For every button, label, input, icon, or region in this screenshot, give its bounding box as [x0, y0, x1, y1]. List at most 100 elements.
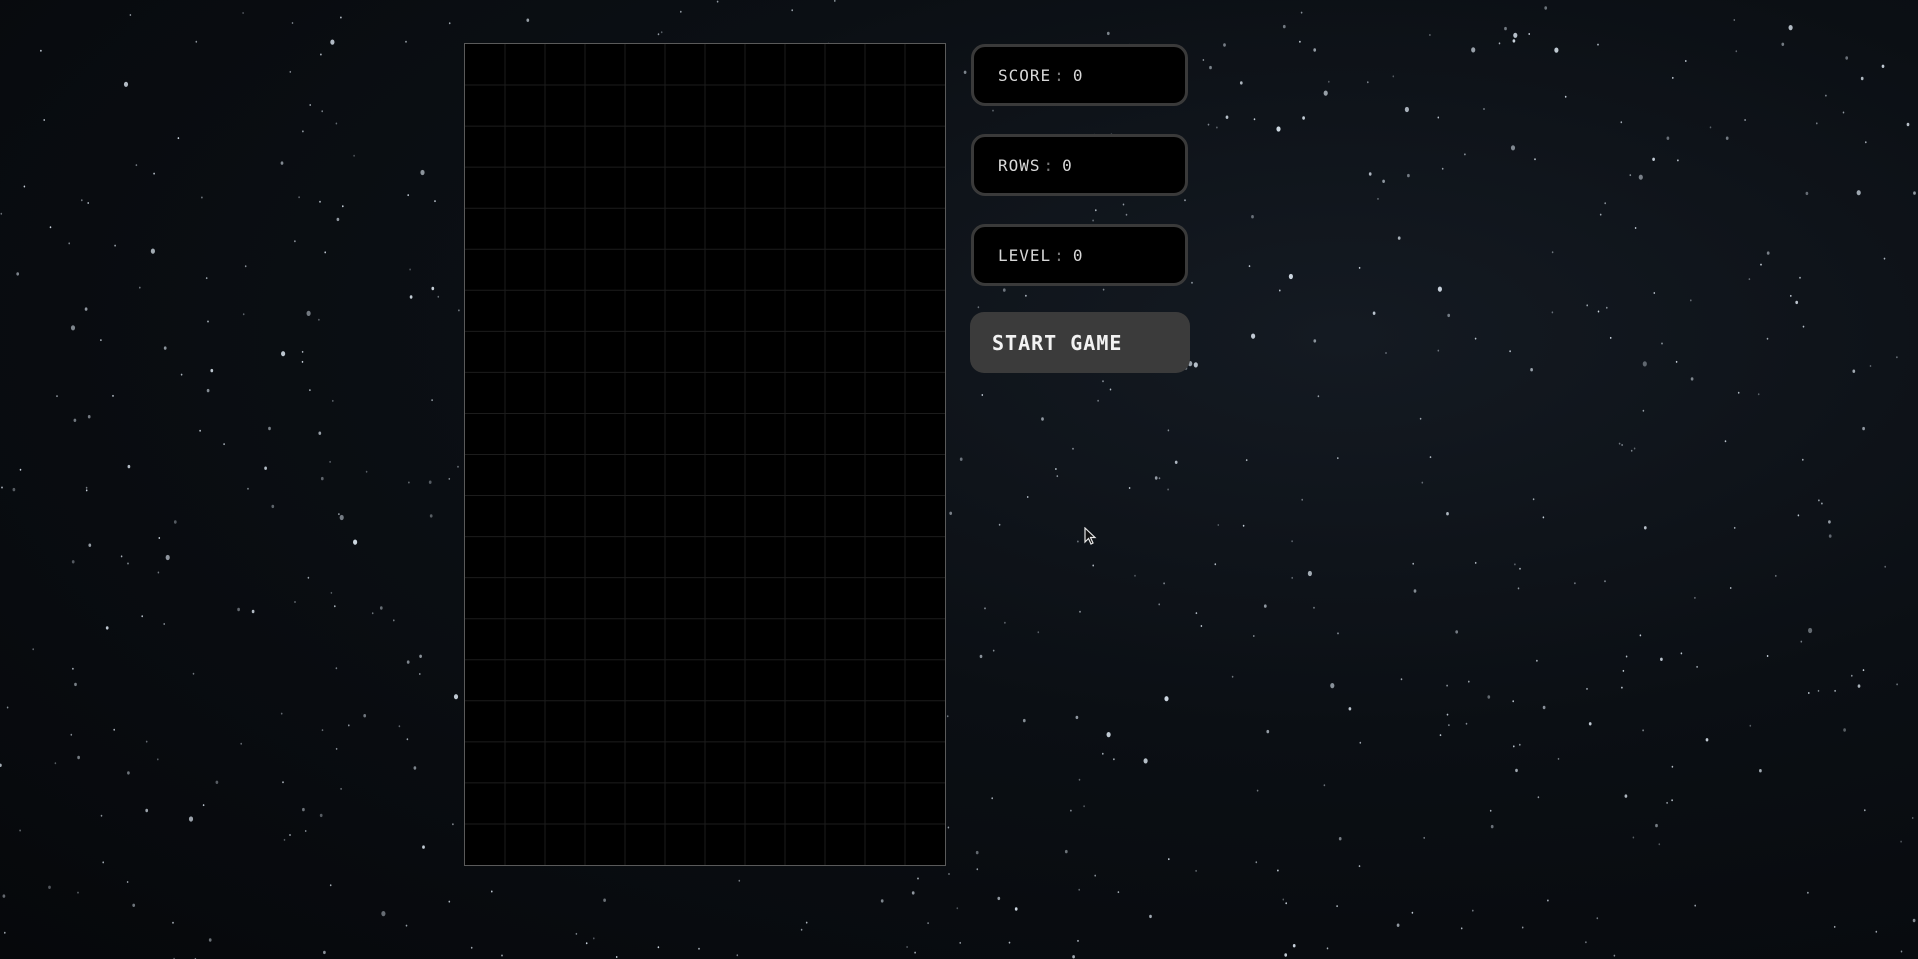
star	[365, 470, 368, 473]
star	[1095, 209, 1097, 212]
star	[1521, 926, 1524, 929]
star	[1200, 625, 1203, 627]
star	[419, 673, 421, 675]
star	[1117, 891, 1120, 894]
star	[1828, 534, 1832, 538]
star	[1733, 19, 1736, 21]
star	[1622, 669, 1625, 672]
star	[206, 388, 210, 393]
star	[114, 244, 116, 247]
star	[335, 747, 338, 750]
star	[448, 477, 451, 480]
star	[1337, 632, 1339, 635]
star	[1671, 765, 1674, 768]
game-board[interactable]	[464, 43, 946, 866]
starfield-background	[0, 0, 1916, 959]
star	[603, 898, 606, 902]
star	[1446, 684, 1448, 687]
star	[321, 110, 324, 113]
star	[420, 169, 425, 176]
star	[1852, 369, 1856, 373]
star	[1464, 153, 1466, 156]
star	[1041, 417, 1044, 421]
star	[1633, 447, 1636, 450]
star	[1446, 713, 1449, 716]
star	[1102, 288, 1105, 291]
star	[1109, 388, 1112, 391]
star	[1666, 136, 1670, 140]
star	[1705, 738, 1709, 742]
star	[129, 14, 132, 16]
star	[992, 109, 994, 112]
star	[123, 81, 129, 87]
star	[1788, 25, 1793, 31]
star	[340, 16, 342, 19]
star	[585, 942, 588, 945]
star	[1437, 116, 1440, 119]
star	[1536, 659, 1538, 662]
star	[1694, 596, 1696, 599]
star	[1284, 953, 1288, 957]
star	[998, 523, 1001, 526]
star	[1336, 905, 1338, 908]
star	[1537, 796, 1540, 799]
star	[1807, 891, 1809, 894]
star	[1239, 81, 1243, 85]
star	[100, 814, 103, 817]
star	[334, 605, 336, 608]
star	[1256, 789, 1259, 792]
star	[1330, 683, 1335, 689]
star	[736, 954, 739, 957]
star	[949, 511, 953, 515]
star	[1447, 313, 1451, 318]
star	[1842, 111, 1845, 114]
star	[1307, 570, 1312, 577]
star	[102, 861, 104, 864]
score-separator: :	[1054, 65, 1065, 85]
star	[371, 612, 374, 615]
star	[301, 360, 304, 363]
star	[1263, 604, 1267, 608]
star	[1857, 684, 1861, 688]
star	[1474, 561, 1477, 564]
star	[1696, 665, 1698, 668]
star	[16, 272, 20, 276]
star	[0, 763, 2, 767]
star	[1513, 745, 1515, 748]
star	[1276, 126, 1281, 132]
star	[1690, 377, 1694, 381]
star	[947, 826, 950, 829]
star	[1455, 630, 1459, 634]
star	[1468, 680, 1470, 683]
star	[1802, 325, 1805, 328]
star	[43, 119, 45, 121]
start-game-button[interactable]: START GAME	[970, 312, 1190, 373]
star	[448, 900, 451, 903]
star	[1167, 488, 1169, 491]
star	[1632, 836, 1635, 839]
star	[1487, 695, 1491, 699]
star	[1512, 700, 1514, 703]
star	[1077, 939, 1079, 942]
star	[319, 200, 321, 203]
star	[1300, 11, 1303, 14]
star	[242, 313, 245, 316]
star	[1125, 213, 1128, 216]
star	[1064, 849, 1068, 854]
star	[1856, 190, 1861, 196]
star	[1301, 498, 1303, 501]
star	[173, 520, 177, 524]
star	[1845, 56, 1849, 60]
star	[452, 823, 454, 826]
star	[139, 286, 141, 289]
star	[247, 487, 249, 490]
star	[264, 466, 267, 470]
star	[1512, 39, 1516, 43]
star	[141, 615, 143, 618]
star	[1421, 481, 1424, 484]
star	[1419, 417, 1422, 420]
star	[1291, 576, 1293, 579]
star	[1251, 215, 1254, 219]
star	[1675, 360, 1678, 363]
star	[330, 39, 335, 45]
